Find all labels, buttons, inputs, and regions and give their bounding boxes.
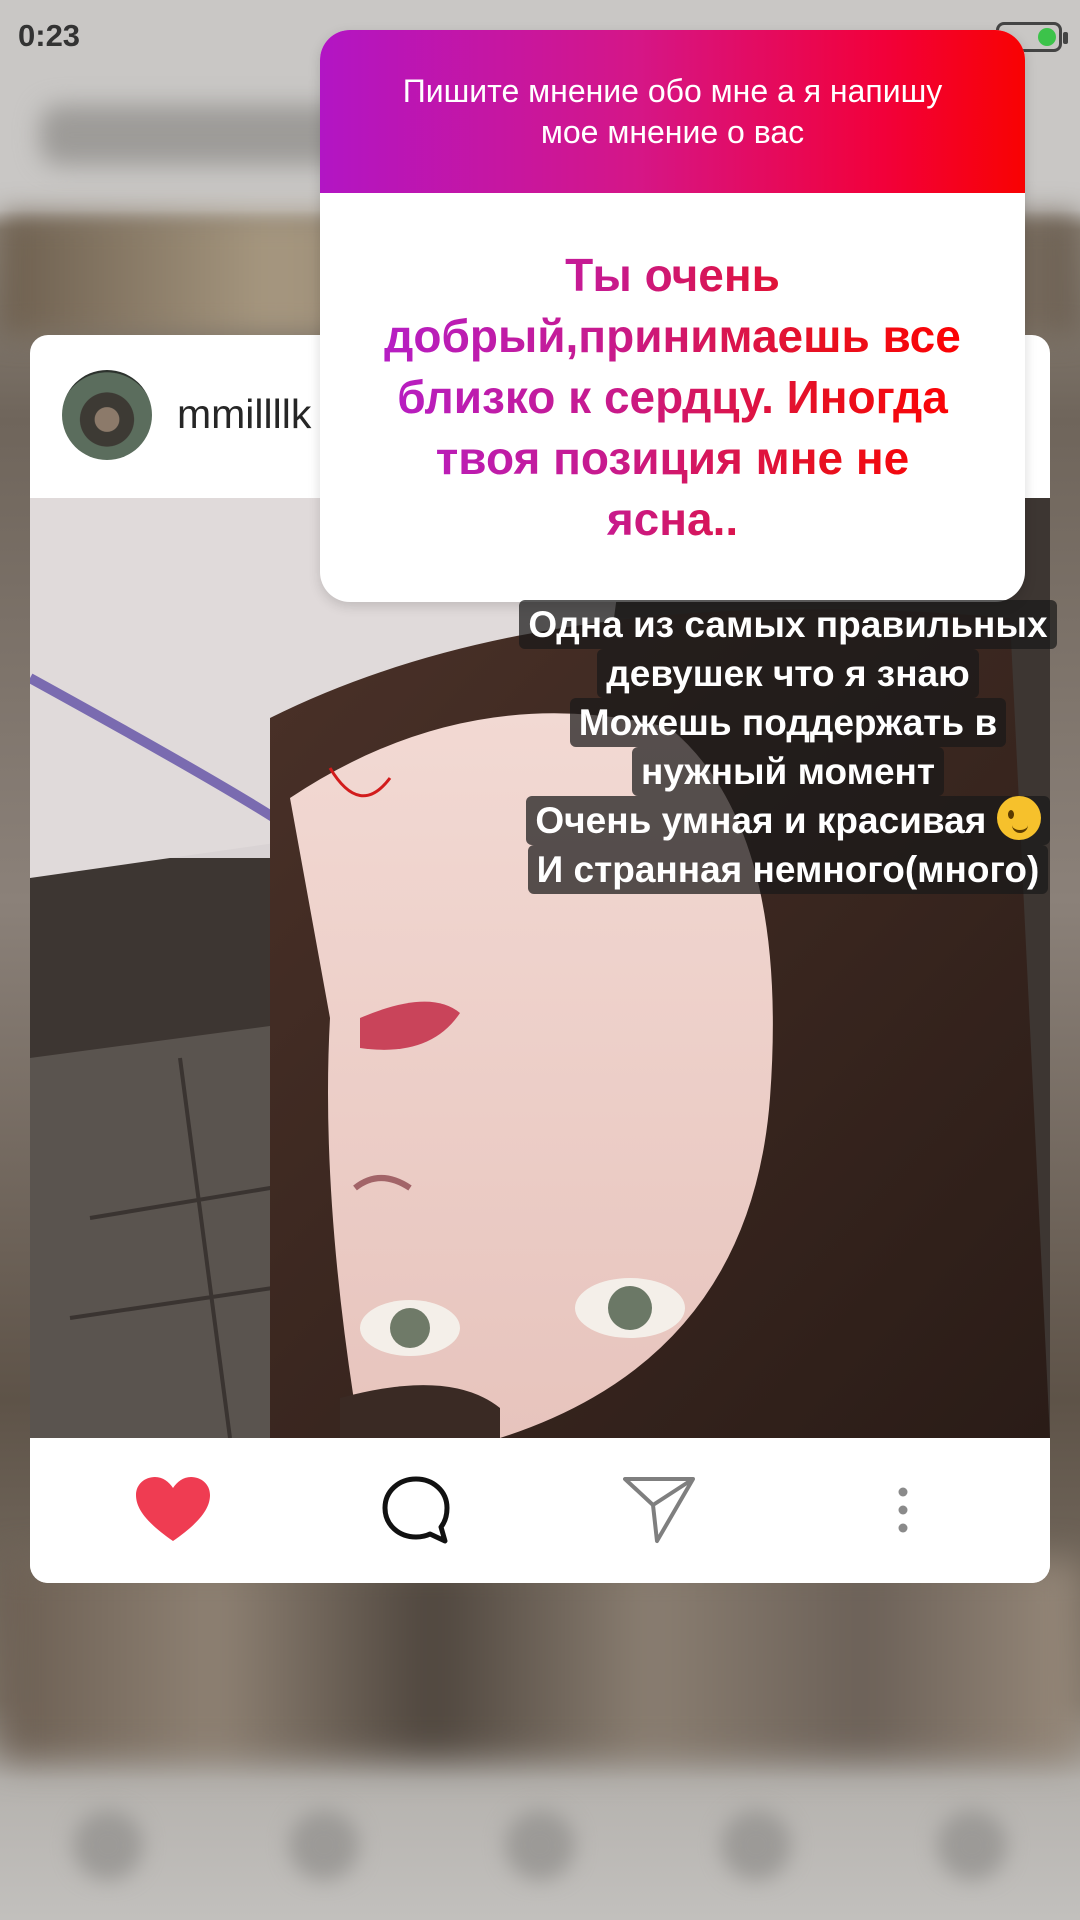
avatar[interactable] — [62, 370, 152, 460]
blurred-nav-icon — [721, 1810, 791, 1880]
heart-icon — [136, 1477, 210, 1541]
blurred-nav-icon — [73, 1810, 143, 1880]
share-icon — [623, 1477, 695, 1543]
post-actions — [30, 1438, 1050, 1583]
battery-charge-indicator — [1038, 28, 1056, 46]
caption-overlay: Одна из самых правильных девушек что я з… — [513, 600, 1063, 894]
caption-line: девушек что я знаю — [597, 649, 979, 698]
like-button[interactable] — [133, 1470, 213, 1550]
status-time: 0:23 — [18, 18, 81, 53]
question-sticker[interactable]: Пишите мнение обо мне а я напишу мое мне… — [320, 30, 1025, 602]
sticker-answer: Ты очень добрый,принимаешь все близко к … — [368, 245, 977, 550]
wink-emoji-icon — [996, 796, 1041, 840]
blurred-strip-bottom — [0, 1560, 1080, 1760]
blurred-nav-icon — [937, 1810, 1007, 1880]
comment-icon — [382, 1476, 450, 1544]
username[interactable]: mmillllk — [177, 391, 311, 438]
blurred-nav-icon — [505, 1810, 575, 1880]
more-button[interactable] — [863, 1470, 943, 1550]
sticker-question: Пишите мнение обо мне а я напишу мое мне… — [320, 30, 1025, 193]
caption-line: Одна из самых правильных — [519, 600, 1057, 649]
caption-line: нужный момент — [632, 747, 944, 796]
sticker-answer-area: Ты очень добрый,принимаешь все близко к … — [320, 193, 1025, 602]
comment-button[interactable] — [376, 1470, 456, 1550]
caption-line-with-emoji: Очень умная и красивая — [526, 796, 1050, 845]
caption-line: И странная немного(много) — [527, 845, 1049, 894]
blurred-bottom-nav — [0, 1790, 1080, 1900]
more-icon — [898, 1487, 908, 1533]
blurred-nav-icon — [289, 1810, 359, 1880]
share-button[interactable] — [619, 1470, 699, 1550]
caption-line: Можешь поддержать в — [569, 698, 1007, 747]
caption-line-text: Очень умная и красивая — [535, 800, 987, 841]
